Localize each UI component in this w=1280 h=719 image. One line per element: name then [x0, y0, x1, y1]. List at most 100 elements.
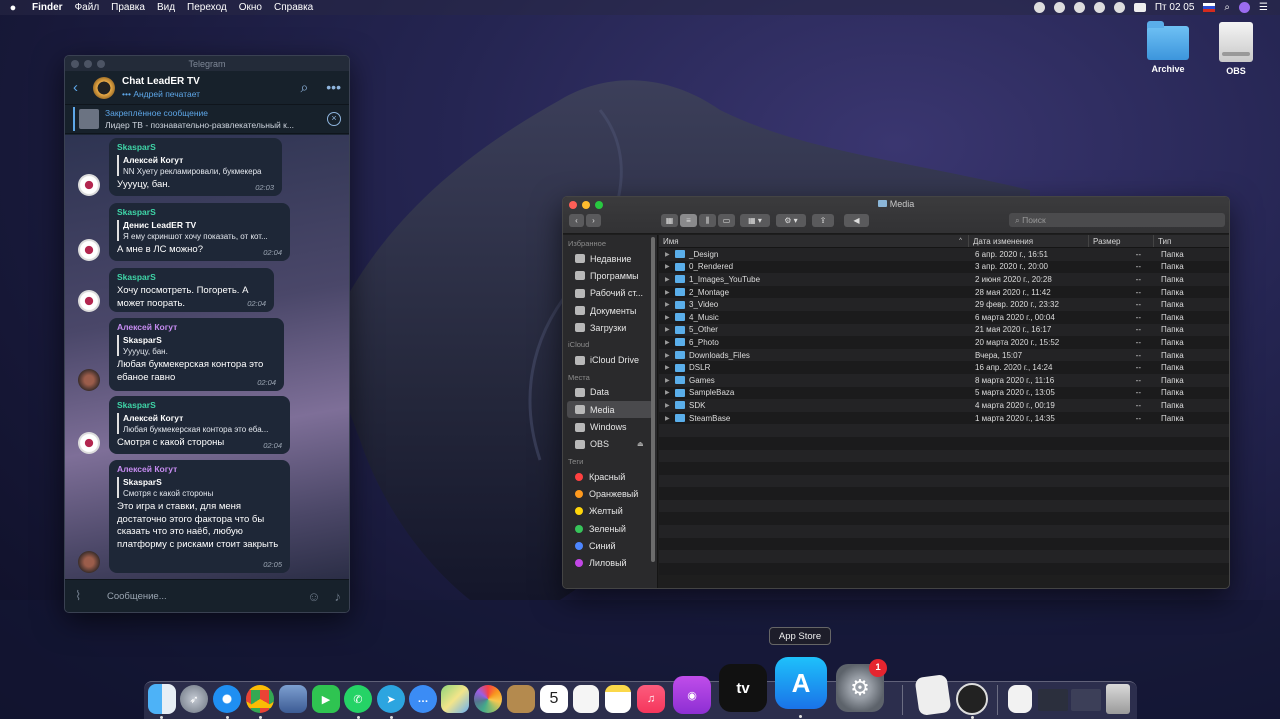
reply-quote[interactable]: SkasparS Ууууцу, бан.: [117, 335, 276, 356]
disclosure-triangle-icon[interactable]: ▶: [665, 326, 675, 333]
more-options-icon[interactable]: •••: [326, 79, 341, 96]
icon-view-button[interactable]: ▦: [661, 214, 678, 227]
podcasts-icon[interactable]: ◉: [673, 676, 711, 714]
message-author[interactable]: SkasparS: [117, 272, 266, 282]
message-author[interactable]: SkasparS: [117, 142, 274, 152]
disclosure-triangle-icon[interactable]: ▶: [665, 314, 675, 321]
tags-button[interactable]: ◀: [844, 214, 869, 227]
disclosure-triangle-icon[interactable]: ▶: [665, 364, 675, 371]
reminders-list-icon[interactable]: [573, 685, 599, 713]
message[interactable]: SkasparS Денис LeadER TV Я ему скриншот …: [78, 203, 290, 261]
eject-icon[interactable]: ⏏: [637, 440, 644, 448]
messages-bubble-icon[interactable]: …: [409, 685, 437, 713]
telegram-status-icon[interactable]: [1053, 2, 1065, 13]
document-file-icon[interactable]: [1008, 685, 1032, 713]
table-row[interactable]: ▶ _Design 6 апр. 2020 г., 16:51 -- Папка: [659, 248, 1229, 261]
gallery-view-button[interactable]: ▭: [718, 214, 735, 227]
avatar[interactable]: [78, 290, 100, 312]
table-row[interactable]: ▶ 4_Music 6 марта 2020 г., 00:04 -- Папка: [659, 310, 1229, 324]
sidebar-tag-purple[interactable]: Лиловый: [563, 554, 657, 571]
avatar[interactable]: [78, 551, 100, 573]
chrome-icon[interactable]: [246, 685, 274, 713]
disclosure-triangle-icon[interactable]: ▶: [665, 276, 675, 283]
sidebar-item-icloud-drive[interactable]: iCloud Drive: [563, 351, 657, 368]
sidebar-tag-orange[interactable]: Оранжевый: [563, 485, 657, 502]
menu-go[interactable]: Переход: [181, 2, 233, 13]
disclosure-triangle-icon[interactable]: ▶: [665, 402, 675, 409]
column-header-date[interactable]: Дата изменения: [969, 235, 1089, 247]
chat-avatar[interactable]: [93, 76, 115, 99]
music-note-icon[interactable]: ♫: [637, 685, 665, 713]
sidebar-item-windows[interactable]: Windows: [563, 418, 657, 435]
siri-icon[interactable]: [1239, 2, 1251, 13]
column-header-name[interactable]: Имя ^: [659, 235, 969, 247]
message[interactable]: SkasparS Хочу посмотреть. Погореть. А мо…: [78, 268, 274, 312]
disclosure-triangle-icon[interactable]: ▶: [665, 377, 675, 384]
trash-icon[interactable]: [1106, 684, 1130, 714]
facetime-camera-icon[interactable]: ▶: [312, 685, 340, 713]
obs-status-icon[interactable]: [1033, 2, 1045, 13]
microphone-icon[interactable]: ♪: [335, 589, 342, 604]
clock[interactable]: Пт 02 05: [1155, 2, 1195, 13]
volume-icon[interactable]: [1113, 2, 1125, 13]
back-arrow-icon[interactable]: ‹: [73, 79, 89, 96]
mic-status-icon[interactable]: [1093, 2, 1105, 13]
sidebar-item-data[interactable]: Data: [563, 384, 657, 401]
launchpad-rocket-icon[interactable]: ➶: [180, 685, 208, 713]
disclosure-triangle-icon[interactable]: ▶: [665, 415, 675, 422]
desktop-icon-archive[interactable]: Archive: [1138, 21, 1198, 74]
column-header-size[interactable]: Размер: [1089, 235, 1154, 247]
sidebar-item-media[interactable]: Media: [567, 401, 653, 419]
table-row[interactable]: ▶ 0_Rendered 3 апр. 2020 г., 20:00 -- Папка: [659, 260, 1229, 274]
search-icon[interactable]: ⌕: [300, 79, 308, 96]
share-button[interactable]: ⇪: [812, 214, 834, 227]
column-view-button[interactable]: ⫼: [699, 214, 716, 227]
sync-status-icon[interactable]: [1073, 2, 1085, 13]
contacts-book-icon[interactable]: [507, 685, 535, 713]
message-author[interactable]: SkasparS: [117, 400, 282, 410]
menu-app-finder[interactable]: Finder: [26, 2, 69, 13]
disclosure-triangle-icon[interactable]: ▶: [665, 289, 675, 296]
finder-toolbar[interactable]: Media ‹ › ▦ ≡ ⫼ ▭ ▦ ▾ ⚙ ▾ ⇪ ◀ ⌕ Поиск: [563, 197, 1229, 234]
app-store-icon[interactable]: A: [775, 657, 827, 709]
table-row[interactable]: ▶ 1_Images_YouTube 2 июня 2020 г., 20:28 --…: [659, 273, 1229, 286]
chat-title[interactable]: Chat LeadER TV: [122, 76, 200, 87]
table-row[interactable]: ▶ Games 8 марта 2020 г., 11:16 -- Папка: [659, 373, 1229, 387]
disclosure-triangle-icon[interactable]: ▶: [665, 339, 675, 346]
table-row[interactable]: ▶ Downloads_Files Вчера, 15:07 -- Папка: [659, 348, 1229, 362]
message-author[interactable]: SkasparS: [117, 207, 282, 217]
menu-help[interactable]: Справка: [268, 2, 319, 13]
message[interactable]: SkasparS Алексей Когут NN Хуету рекламир…: [78, 138, 282, 196]
obs-studio-icon[interactable]: [956, 683, 988, 715]
sidebar-item-applications[interactable]: Программы: [563, 267, 657, 284]
spotlight-icon[interactable]: ⌕: [1224, 2, 1230, 13]
disclosure-triangle-icon[interactable]: ▶: [665, 352, 675, 359]
minimized-window-thumbnail[interactable]: [1038, 689, 1068, 711]
sidebar-tag-blue[interactable]: Синий: [563, 537, 657, 554]
avatar[interactable]: [78, 432, 100, 454]
avatar[interactable]: [78, 369, 100, 391]
avatar[interactable]: [78, 239, 100, 261]
minimized-window-thumbnail[interactable]: [1071, 689, 1101, 711]
menu-window[interactable]: Окно: [233, 2, 268, 13]
table-row[interactable]: ▶ SDK 4 марта 2020 г., 00:19 -- Папка: [659, 399, 1229, 412]
forward-button[interactable]: ›: [586, 214, 601, 227]
maps-icon[interactable]: [441, 685, 469, 713]
table-row[interactable]: ▶ DSLR 16 апр. 2020 г., 14:24 -- Папка: [659, 361, 1229, 374]
menu-edit[interactable]: Правка: [105, 2, 151, 13]
table-row[interactable]: ▶ 6_Photo 20 марта 2020 г., 15:52 -- Папка: [659, 336, 1229, 349]
reply-quote[interactable]: Алексей Когут Любая букмекерская контора…: [117, 413, 282, 434]
telegram-plane-icon[interactable]: ➤: [377, 685, 405, 713]
whatsapp-icon[interactable]: ✆: [344, 685, 372, 713]
disclosure-triangle-icon[interactable]: ▶: [665, 263, 675, 270]
pinned-message[interactable]: Закреплённое сообщение Лидер ТВ - познав…: [65, 104, 349, 134]
message[interactable]: SkasparS Алексей Когут Любая букмекерска…: [78, 396, 290, 454]
sidebar-item-downloads[interactable]: Загрузки: [563, 319, 657, 336]
table-row[interactable]: ▶ SteamBase 1 марта 2020 г., 14:35 -- Папка: [659, 411, 1229, 425]
back-button[interactable]: ‹: [569, 214, 584, 227]
sidebar-tag-yellow[interactable]: Желтый: [563, 503, 657, 520]
photos-flower-icon[interactable]: [474, 685, 502, 713]
apple-tv-icon[interactable]: tv: [719, 664, 767, 712]
table-row[interactable]: ▶ SampleBaza 5 марта 2020 г., 13:05 -- Папка: [659, 386, 1229, 400]
list-view-button[interactable]: ≡: [680, 214, 697, 227]
